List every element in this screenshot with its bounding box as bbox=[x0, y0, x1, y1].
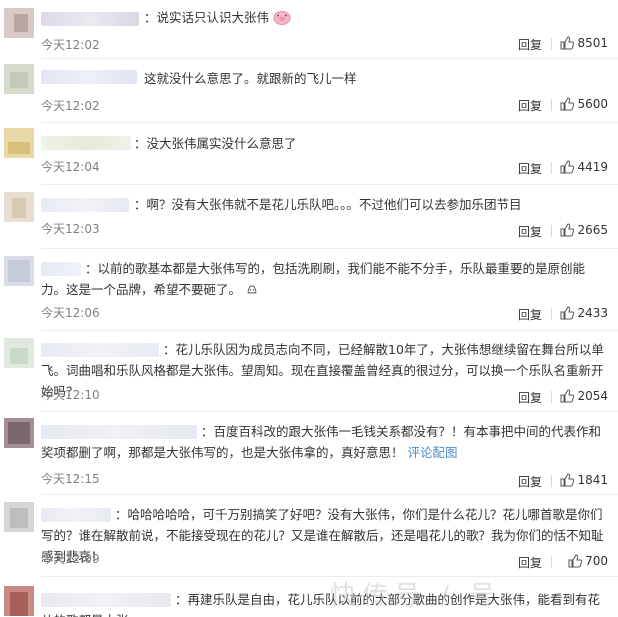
comment-text: ：没大张伟属实没什么意思了 bbox=[134, 136, 297, 151]
comment-text: ：以前的歌基本都是大张伟写的，包括洗刷刷，我们能不能不分手，乐队最重要的是原创能… bbox=[41, 261, 586, 297]
separator bbox=[41, 248, 618, 249]
avatar[interactable] bbox=[4, 8, 34, 38]
like-count: 2433 bbox=[577, 306, 608, 320]
divider bbox=[551, 308, 552, 320]
like-count: 2054 bbox=[577, 389, 608, 403]
separator bbox=[41, 411, 618, 412]
username[interactable] bbox=[41, 12, 139, 26]
separator bbox=[41, 58, 618, 59]
avatar[interactable] bbox=[4, 192, 34, 222]
divider bbox=[551, 475, 552, 487]
comment-text: ：再建乐队是自由，花儿乐队以前的大部分歌曲的创作是大张伟，能看到有花儿的歌都是大… bbox=[41, 592, 601, 617]
thumbs-up-icon bbox=[560, 473, 575, 487]
pig-face-emoji bbox=[273, 11, 291, 25]
thumbs-up-icon bbox=[568, 554, 583, 568]
thumbs-up-icon bbox=[560, 97, 575, 111]
timestamp: 今天12:03 bbox=[41, 222, 100, 236]
thumbs-up-icon bbox=[560, 160, 575, 174]
timestamp: 今天12:02 bbox=[41, 38, 100, 52]
comment-text: 这就没什么意思了。就跟新的飞儿一样 bbox=[144, 71, 357, 86]
timestamp: 今天12:15 bbox=[41, 472, 100, 486]
divider bbox=[551, 391, 552, 403]
comment-image-link[interactable]: 评论配图 bbox=[408, 445, 458, 460]
reply-button[interactable]: 回复 bbox=[518, 223, 542, 240]
like-button[interactable]: 5600 bbox=[560, 97, 608, 111]
comment-text: ：百度百科改的跟大张伟一毛钱关系都没有？！有本事把中间的代表作和奖项都删了啊，那… bbox=[41, 424, 602, 460]
separator bbox=[41, 330, 618, 331]
like-count: 4419 bbox=[577, 160, 608, 174]
watermark: 快传号 / 号 bbox=[330, 581, 502, 611]
like-button[interactable]: 2433 bbox=[560, 306, 608, 320]
timestamp: 今天12:04 bbox=[41, 160, 100, 174]
like-button[interactable]: 700 bbox=[568, 554, 608, 568]
avatar[interactable] bbox=[4, 338, 34, 368]
avatar[interactable] bbox=[4, 128, 34, 158]
separator bbox=[41, 122, 618, 123]
avatar[interactable] bbox=[4, 418, 34, 448]
divider bbox=[551, 556, 552, 568]
like-button[interactable]: 1841 bbox=[560, 473, 608, 487]
like-count: 2665 bbox=[577, 223, 608, 237]
thumbs-up-icon bbox=[560, 306, 575, 320]
username[interactable] bbox=[41, 198, 129, 212]
reply-button[interactable]: 回复 bbox=[518, 36, 542, 53]
reply-button[interactable]: 回复 bbox=[518, 473, 542, 490]
like-button[interactable]: 2665 bbox=[560, 223, 608, 237]
divider bbox=[551, 38, 552, 50]
thumbs-up-icon bbox=[560, 36, 575, 50]
like-count: 8501 bbox=[577, 36, 608, 50]
divider bbox=[551, 225, 552, 237]
avatar[interactable] bbox=[4, 502, 34, 532]
divider bbox=[551, 99, 552, 111]
timestamp: 今天12:09 bbox=[41, 552, 100, 566]
like-button[interactable]: 4419 bbox=[560, 160, 608, 174]
username[interactable] bbox=[41, 136, 131, 150]
username[interactable] bbox=[41, 70, 137, 84]
reply-button[interactable]: 回复 bbox=[518, 554, 542, 571]
thumbs-up-icon bbox=[560, 389, 575, 403]
timestamp: 今天12:06 bbox=[41, 306, 100, 320]
reply-button[interactable]: 回复 bbox=[518, 97, 542, 114]
timestamp: 今天12:10 bbox=[41, 388, 100, 402]
timestamp: 今天12:02 bbox=[41, 99, 100, 113]
like-button[interactable]: 2054 bbox=[560, 389, 608, 403]
reply-button[interactable]: 回复 bbox=[518, 389, 542, 406]
comment-text: ：啊？没有大张伟就不是花儿乐队吧。。。不过他们可以去参加乐团节目 bbox=[134, 197, 522, 212]
avatar[interactable] bbox=[4, 64, 34, 94]
avatar[interactable] bbox=[4, 256, 34, 286]
comment-text: ：说实话只认识大张伟 bbox=[144, 7, 610, 28]
like-count: 1841 bbox=[577, 473, 608, 487]
thumbs-up-icon bbox=[560, 223, 575, 237]
like-count: 700 bbox=[585, 554, 608, 568]
separator bbox=[41, 494, 618, 495]
like-count: 5600 bbox=[577, 97, 608, 111]
divider bbox=[551, 162, 552, 174]
reply-button[interactable]: 回复 bbox=[518, 160, 542, 177]
separator bbox=[41, 184, 618, 185]
like-button[interactable]: 8501 bbox=[560, 36, 608, 50]
emoji-icon bbox=[247, 285, 257, 294]
reply-button[interactable]: 回复 bbox=[518, 306, 542, 323]
avatar[interactable] bbox=[4, 586, 34, 616]
